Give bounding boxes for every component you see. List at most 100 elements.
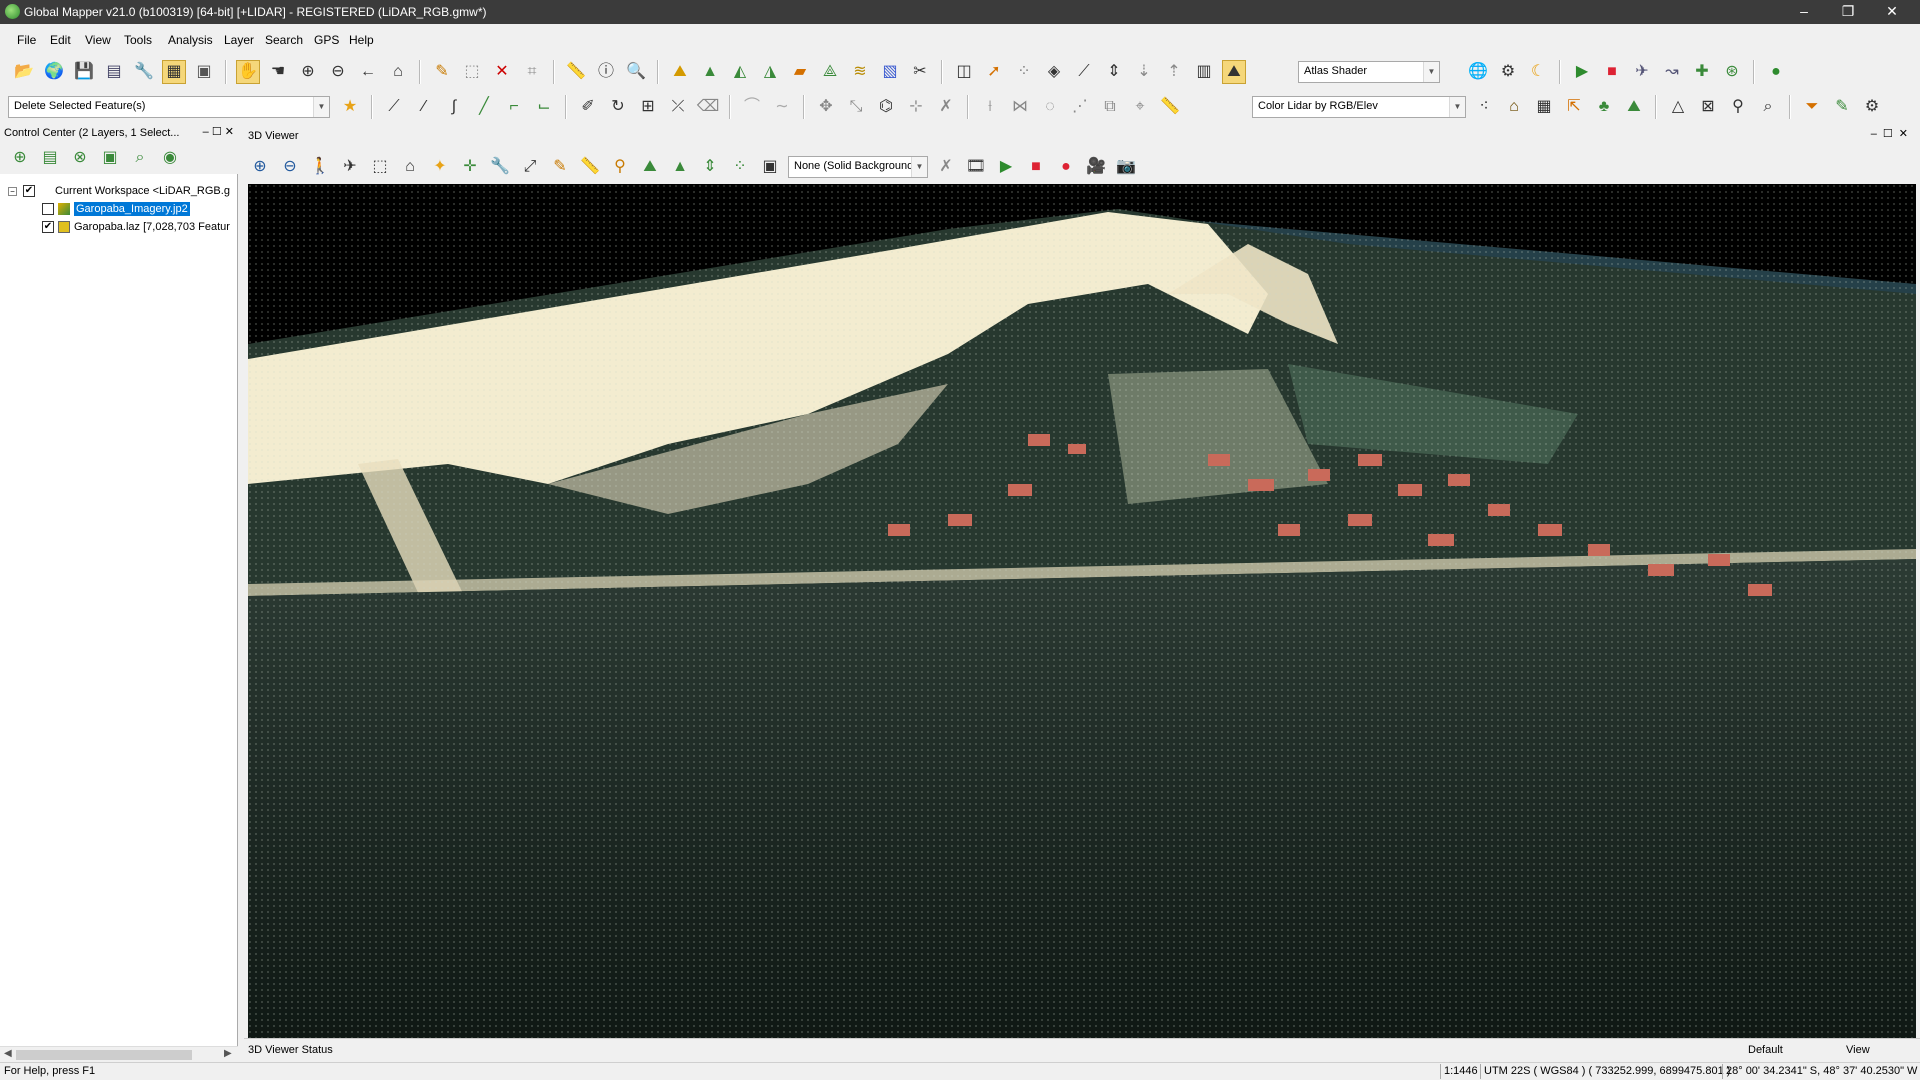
create-path-icon[interactable]: ⌐ bbox=[502, 95, 526, 119]
cut-fill-icon[interactable]: ⟁ bbox=[818, 60, 842, 84]
reset-home-icon[interactable]: ⌂ bbox=[398, 155, 422, 179]
play-animation-icon[interactable]: ▶ bbox=[994, 155, 1018, 179]
volume-icon[interactable]: ▰ bbox=[788, 60, 812, 84]
vertical-exaggeration-icon[interactable]: ⤢ bbox=[518, 155, 542, 179]
measure-icon[interactable]: 📏 bbox=[1158, 95, 1182, 119]
menu-gps[interactable]: GPS bbox=[314, 33, 339, 47]
video-camera-icon[interactable]: 🎥 bbox=[1084, 155, 1108, 179]
imagery-checkbox[interactable] bbox=[42, 203, 54, 215]
digitize-pencil-icon[interactable]: ✎ bbox=[430, 60, 454, 84]
lidar-terrain-icon[interactable]: ⛰ bbox=[1622, 95, 1646, 119]
create-polyline-icon[interactable]: ⁄ bbox=[412, 95, 436, 119]
background-dropdown[interactable]: None (Solid Background ▼ bbox=[788, 156, 928, 178]
query-icon[interactable]: ⚲ bbox=[1726, 95, 1750, 119]
close-window-button[interactable]: ✕ bbox=[1872, 0, 1912, 24]
print-icon[interactable]: ▤ bbox=[102, 60, 126, 84]
record-icon[interactable]: ● bbox=[1054, 155, 1078, 179]
menu-tools[interactable]: Tools bbox=[124, 33, 152, 47]
menu-file[interactable]: File bbox=[17, 33, 36, 47]
stop-animation-icon[interactable]: ■ bbox=[1024, 155, 1048, 179]
water-level-icon[interactable]: ⇕ bbox=[698, 155, 722, 179]
favorite-star-icon[interactable]: ★ bbox=[338, 95, 362, 119]
screenshot-camera-icon[interactable]: 📷 bbox=[1114, 155, 1138, 179]
create-line-icon[interactable]: ⟋ bbox=[382, 95, 406, 119]
simplify-icon[interactable]: ∼ bbox=[770, 95, 794, 119]
record-waypoint-icon[interactable]: ⊛ bbox=[1720, 60, 1744, 84]
lidar-checkbox[interactable]: ✔ bbox=[42, 221, 54, 233]
intersect-icon[interactable]: ⌖ bbox=[1128, 95, 1152, 119]
slope-icon[interactable]: ⟋ bbox=[1072, 60, 1096, 84]
zoom-to-layer-icon[interactable]: ⌕ bbox=[128, 146, 152, 170]
split-icon[interactable]: ⤫ bbox=[666, 95, 690, 119]
zoom-out-icon[interactable]: ⊖ bbox=[278, 155, 302, 179]
rotate-icon[interactable]: ↻ bbox=[606, 95, 630, 119]
scroll-right-icon[interactable]: ▶ bbox=[224, 1048, 232, 1059]
filter-icon[interactable]: ⏷ bbox=[1800, 95, 1824, 119]
gps-track-icon[interactable]: ➚ bbox=[982, 60, 1006, 84]
horizontal-scrollbar[interactable]: ◀ ▶ bbox=[0, 1046, 238, 1062]
lidar-grid-icon[interactable]: ▦ bbox=[1532, 95, 1556, 119]
buffer-icon[interactable]: ◌ bbox=[1038, 95, 1062, 119]
join-icon[interactable]: ⋈ bbox=[1008, 95, 1032, 119]
lidar-class-icon[interactable]: ⇣ bbox=[1132, 60, 1156, 84]
layer-visibility-icon[interactable]: ◉ bbox=[158, 146, 182, 170]
vertical-scale-icon[interactable]: ⇕ bbox=[1102, 60, 1126, 84]
search-lock-icon[interactable]: 🔍 bbox=[624, 60, 648, 84]
shader-dropdown[interactable]: Atlas Shader ▼ bbox=[1298, 61, 1440, 83]
snap-icon[interactable]: ⟊ bbox=[978, 95, 1002, 119]
lidar-extract-icon[interactable]: ⇱ bbox=[1562, 95, 1586, 119]
raster-calc-icon[interactable]: ▧ bbox=[878, 60, 902, 84]
terrain-profile-icon[interactable]: ⛰ bbox=[668, 60, 692, 84]
inspect-icon[interactable]: ⌕ bbox=[1756, 95, 1780, 119]
triangulate-icon[interactable]: △ bbox=[1666, 95, 1690, 119]
back-arrow-icon[interactable]: ← bbox=[356, 60, 380, 84]
crosshair-icon[interactable]: ✛ bbox=[458, 155, 482, 179]
menu-analysis[interactable]: Analysis bbox=[168, 33, 213, 47]
contour-icon[interactable]: ≋ bbox=[848, 60, 872, 84]
light-source-icon[interactable]: ✦ bbox=[428, 155, 452, 179]
viewer-config-icon[interactable]: 🔧 bbox=[488, 155, 512, 179]
light-moon-icon[interactable]: ☾ bbox=[1526, 60, 1550, 84]
save-icon[interactable]: 💾 bbox=[72, 60, 96, 84]
layer-row-lidar[interactable]: ✔ Garopaba.laz [7,028,703 Featur bbox=[42, 218, 230, 236]
menu-edit[interactable]: Edit bbox=[50, 33, 71, 47]
feature-info-icon[interactable]: ⓘ bbox=[594, 60, 618, 84]
grid-icon[interactable]: ⊞ bbox=[636, 95, 660, 119]
add-waypoint-icon[interactable]: ✚ bbox=[1690, 60, 1714, 84]
pan-hand-icon[interactable]: ✋ bbox=[236, 60, 260, 84]
combine-icon[interactable]: ⧉ bbox=[1098, 95, 1122, 119]
move-icon[interactable]: ✥ bbox=[814, 95, 838, 119]
remove-layer-icon[interactable]: ⊗ bbox=[68, 146, 92, 170]
edit-vertex-icon[interactable]: ⌗ bbox=[520, 60, 544, 84]
layer-options-icon[interactable]: ▤ bbox=[38, 146, 62, 170]
settings-gear-icon[interactable]: ⚙ bbox=[1496, 60, 1520, 84]
fly-through-icon[interactable]: ✈ bbox=[1630, 60, 1654, 84]
create-green-line-icon[interactable]: ╱ bbox=[472, 95, 496, 119]
lidar-points-icon[interactable]: ⁖ bbox=[1472, 95, 1496, 119]
elevation-icon[interactable]: ▲ bbox=[668, 155, 692, 179]
elevation-grid-icon[interactable]: ▲ bbox=[698, 60, 722, 84]
workspace-checkbox[interactable]: ✔ bbox=[23, 185, 35, 197]
3d-scene-canvas[interactable] bbox=[248, 184, 1916, 1038]
close-panel-icon[interactable]: ✕ bbox=[225, 126, 234, 138]
view-shed-icon[interactable]: ◭ bbox=[728, 60, 752, 84]
lidar-settings-icon[interactable]: ⚙ bbox=[1860, 95, 1884, 119]
fly-mode-icon[interactable]: ✈ bbox=[338, 155, 362, 179]
create-curve-icon[interactable]: ∫ bbox=[442, 95, 466, 119]
probe-icon[interactable]: ⚲ bbox=[608, 155, 632, 179]
workspace-node[interactable]: − ✔ Current Workspace <LiDAR_RGB.g bbox=[8, 182, 230, 200]
scroll-left-icon[interactable]: ◀ bbox=[4, 1048, 12, 1059]
scrollbar-thumb[interactable] bbox=[16, 1050, 192, 1060]
remove-path-icon[interactable]: ✗ bbox=[934, 155, 958, 179]
map-globe-icon[interactable]: ● bbox=[1764, 60, 1788, 84]
delete-feature-icon[interactable]: ✕ bbox=[490, 60, 514, 84]
play-icon[interactable]: ▶ bbox=[1570, 60, 1594, 84]
watershed-icon[interactable]: ◮ bbox=[758, 60, 782, 84]
offset-icon[interactable]: ⋰ bbox=[1068, 95, 1092, 119]
smooth-icon[interactable]: ⌒ bbox=[740, 95, 764, 119]
measure-icon[interactable]: 📏 bbox=[578, 155, 602, 179]
maximize-panel-icon[interactable]: ☐ bbox=[212, 126, 222, 138]
path-icon[interactable]: ↝ bbox=[1660, 60, 1684, 84]
draw-pencil-icon[interactable]: ✎ bbox=[548, 155, 572, 179]
minimize-viewer-icon[interactable]: – bbox=[1871, 128, 1883, 140]
